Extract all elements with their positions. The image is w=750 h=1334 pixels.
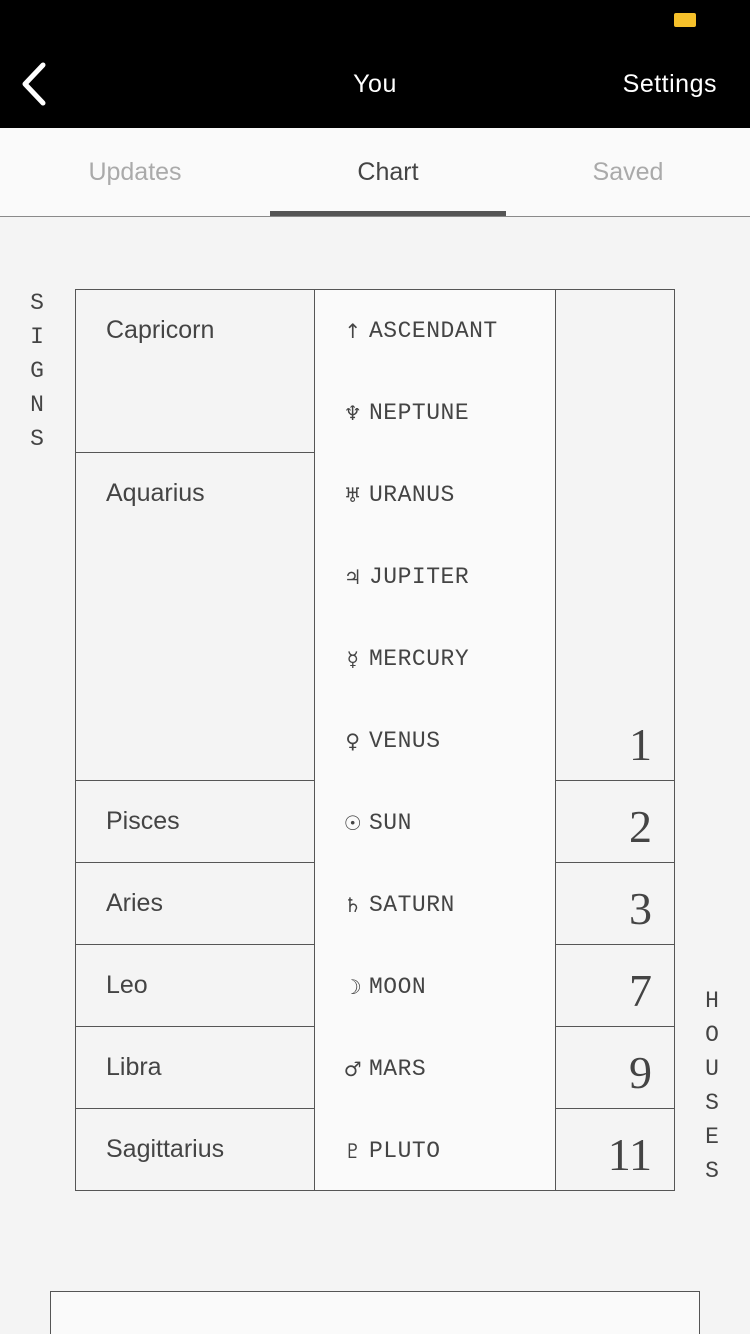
houses-letter: S: [705, 1090, 719, 1116]
planet-name: URANUS: [369, 482, 455, 508]
sign-label: Libra: [106, 1053, 162, 1081]
signs-axis-label: S I G N S: [22, 286, 52, 456]
houses-letter: O: [705, 1022, 719, 1048]
planet-name: MERCURY: [369, 646, 470, 672]
planets-column: ↑ ASCENDANT ♆ NEPTUNE ♅ URANUS ♃ JUPITER…: [314, 289, 556, 1191]
battery-icon: [674, 13, 696, 27]
house-number: 7: [629, 965, 652, 1016]
sign-cell-aries[interactable]: Aries: [75, 862, 315, 945]
planet-name: VENUS: [369, 728, 441, 754]
venus-icon: ♀: [345, 729, 361, 753]
houses-letter: E: [705, 1124, 719, 1150]
planet-name: MOON: [369, 974, 427, 1000]
planet-row-pluto[interactable]: ♇ PLUTO: [315, 1110, 555, 1192]
bottom-card[interactable]: [50, 1291, 700, 1334]
houses-letter: U: [705, 1056, 719, 1082]
mercury-icon: ☿: [346, 647, 360, 671]
active-tab-indicator: [270, 211, 506, 216]
planet-name: ASCENDANT: [369, 318, 498, 344]
tab-bar: Updates Chart Saved: [0, 128, 750, 217]
planet-row-ascendant[interactable]: ↑ ASCENDANT: [315, 290, 555, 372]
house-cell-7[interactable]: 7: [555, 944, 675, 1027]
sign-cell-aquarius[interactable]: Aquarius: [75, 452, 315, 781]
tab-updates[interactable]: Updates: [0, 128, 270, 216]
navigation-bar: You Settings: [0, 0, 750, 128]
signs-letter: S: [30, 290, 44, 316]
sign-label: Aries: [106, 889, 163, 917]
house-cell-9[interactable]: 9: [555, 1026, 675, 1109]
houses-axis-label: H O U S E S: [697, 984, 727, 1188]
house-number: 1: [629, 719, 652, 770]
houses-column: 1 2 3 7 9 11: [555, 289, 675, 1191]
sign-cell-libra[interactable]: Libra: [75, 1026, 315, 1109]
sign-label: Aquarius: [106, 479, 205, 507]
house-number: 9: [629, 1047, 652, 1098]
settings-button[interactable]: Settings: [623, 70, 717, 99]
sign-cell-sagittarius[interactable]: Sagittarius: [75, 1108, 315, 1191]
sign-label: Pisces: [106, 807, 180, 835]
planet-name: SUN: [369, 810, 412, 836]
planet-name: MARS: [369, 1056, 427, 1082]
planet-row-sun[interactable]: ☉ SUN: [315, 782, 555, 864]
planet-row-saturn[interactable]: ♄ SATURN: [315, 864, 555, 946]
planet-name: NEPTUNE: [369, 400, 470, 426]
mars-icon: ♂: [343, 1057, 363, 1081]
sun-icon: ☉: [343, 811, 363, 835]
signs-letter: I: [30, 324, 44, 350]
sign-cell-capricorn[interactable]: Capricorn: [75, 289, 315, 453]
sign-label: Capricorn: [106, 316, 215, 344]
birth-chart-table: Capricorn Aquarius Pisces Aries Leo Libr…: [75, 289, 675, 1191]
planet-name: PLUTO: [369, 1138, 441, 1164]
planet-row-venus[interactable]: ♀ VENUS: [315, 700, 555, 782]
house-cell-11[interactable]: 11: [555, 1108, 675, 1191]
signs-column: Capricorn Aquarius Pisces Aries Leo Libr…: [75, 289, 315, 1191]
planet-row-mercury[interactable]: ☿ MERCURY: [315, 618, 555, 700]
pluto-icon: ♇: [343, 1139, 363, 1163]
neptune-icon: ♆: [343, 401, 363, 425]
saturn-icon: ♄: [343, 893, 363, 917]
planet-row-neptune[interactable]: ♆ NEPTUNE: [315, 372, 555, 454]
uranus-icon: ♅: [343, 483, 363, 507]
house-number: 2: [629, 801, 652, 852]
house-cell-2[interactable]: 2: [555, 780, 675, 863]
planet-row-uranus[interactable]: ♅ URANUS: [315, 454, 555, 536]
planet-row-moon[interactable]: ☽ MOON: [315, 946, 555, 1028]
tab-saved[interactable]: Saved: [506, 128, 750, 216]
house-number: 3: [629, 883, 652, 934]
planet-name: JUPITER: [369, 564, 470, 590]
houses-letter: H: [705, 988, 719, 1014]
sign-label: Leo: [106, 971, 148, 999]
sign-cell-pisces[interactable]: Pisces: [75, 780, 315, 863]
chart-screen: You Settings Updates Chart Saved S I G N…: [0, 0, 750, 1334]
house-number: 11: [607, 1129, 652, 1180]
moon-icon: ☽: [343, 975, 363, 999]
house-cell-3[interactable]: 3: [555, 862, 675, 945]
jupiter-icon: ♃: [343, 565, 363, 589]
tab-chart[interactable]: Chart: [270, 128, 506, 216]
planet-row-mars[interactable]: ♂ MARS: [315, 1028, 555, 1110]
signs-letter: S: [30, 426, 44, 452]
houses-letter: S: [705, 1158, 719, 1184]
house-cell-1[interactable]: 1: [555, 289, 675, 781]
signs-letter: G: [30, 358, 44, 384]
sign-label: Sagittarius: [106, 1135, 225, 1163]
planet-row-jupiter[interactable]: ♃ JUPITER: [315, 536, 555, 618]
planet-name: SATURN: [369, 892, 455, 918]
ascendant-icon: ↑: [344, 319, 362, 343]
sign-cell-leo[interactable]: Leo: [75, 944, 315, 1027]
signs-letter: N: [30, 392, 44, 418]
